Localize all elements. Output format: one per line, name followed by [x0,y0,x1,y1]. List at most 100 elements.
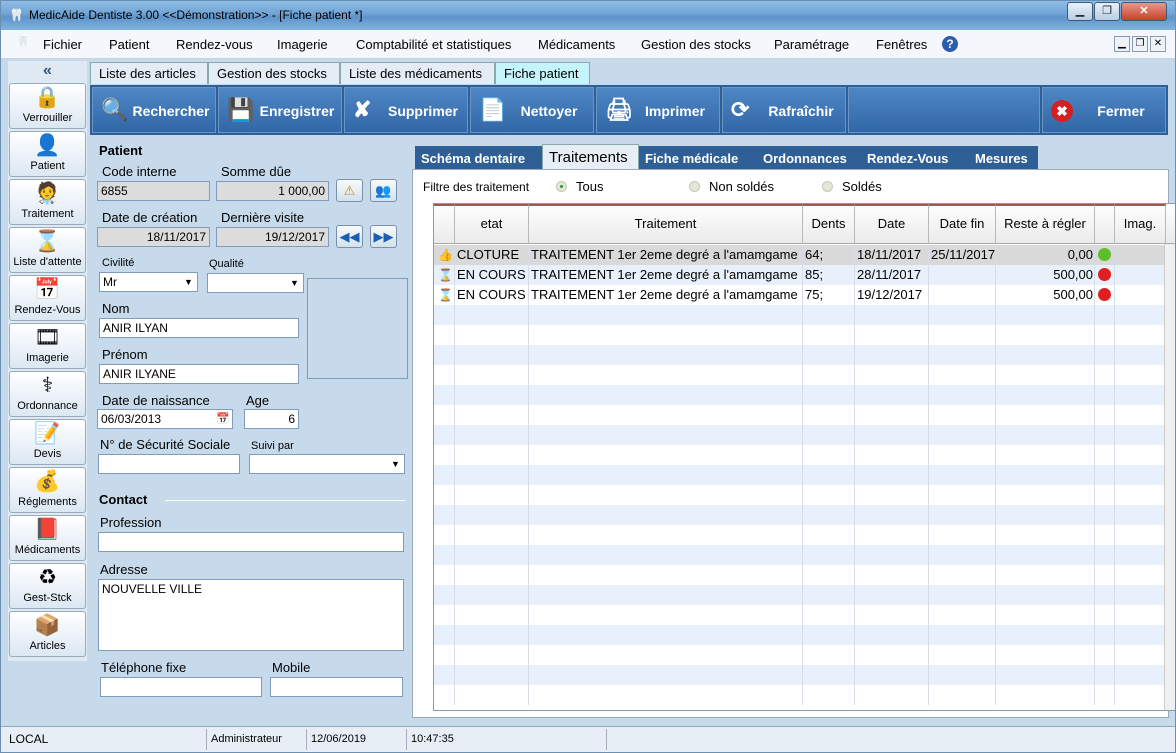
table-row[interactable] [434,545,1175,565]
menu-comptabilite[interactable]: Comptabilité et statistiques [356,37,511,52]
supprimer-button[interactable]: ✘ Supprimer [344,87,468,133]
column-header[interactable] [434,204,455,244]
table-row[interactable]: ⌛ EN COURS TRAITEMENT 1er 2eme degré a l'a… [434,285,1175,305]
mdi-minimize-button[interactable]: ▁ [1114,36,1130,52]
tab-schema-dentaire[interactable]: Schéma dentaire [415,146,542,171]
sidebar-item-ordonnance[interactable]: ⚕ Ordonnance [9,371,86,417]
table-row[interactable] [434,325,1175,345]
prenom-field[interactable]: ANIR ILYANE [99,364,299,384]
nettoyer-button[interactable]: 📄 Nettoyer [470,87,594,133]
column-header[interactable]: Imag. [1115,204,1166,244]
filter-soldes-label[interactable]: Soldés [842,179,882,194]
sidebar-item-patient[interactable]: 👤 Patient [9,131,86,177]
close-window-button[interactable]: ✕ [1121,2,1167,21]
profession-field[interactable] [98,532,404,552]
sidebar-item-liste-d-attente[interactable]: ⌛ Liste d'attente [9,227,86,273]
column-header[interactable] [1095,204,1115,244]
phone-field[interactable] [100,677,262,697]
sidebar-item-traitement[interactable]: 🧑‍⚕️ Traitement [9,179,86,225]
menu-parametrage[interactable]: Paramétrage [774,37,849,52]
column-header[interactable]: Date fin [929,204,996,244]
table-row[interactable] [434,425,1175,445]
calendar-icon[interactable]: 📅 [216,410,230,428]
menu-rendez-vous[interactable]: Rendez-vous [176,37,253,52]
tab-rendez-vous[interactable]: Rendez-Vous [861,146,969,171]
menu-fenetres[interactable]: Fenêtres [876,37,927,52]
table-row[interactable] [434,305,1175,325]
people-button[interactable]: 👥 [370,179,397,202]
tab-fiche-medicale[interactable]: Fiche médicale [639,146,757,171]
warning-button[interactable]: ⚠ [336,179,363,202]
sidebar-item-devis[interactable]: 📝 Devis [9,419,86,465]
column-header[interactable]: Date [855,204,929,244]
mdi-restore-button[interactable]: ❐ [1132,36,1148,52]
nom-field[interactable]: ANIR ILYAN [99,318,299,338]
table-row[interactable] [434,605,1175,625]
app-menu-icon[interactable]: 🦷 [17,37,29,48]
table-row[interactable] [434,405,1175,425]
tab-mesures[interactable]: Mesures [969,146,1038,171]
column-header[interactable]: Traitement [529,204,803,244]
table-row[interactable] [434,585,1175,605]
age-field[interactable]: 6 [244,409,299,429]
filter-non-soldes-radio[interactable] [689,181,700,192]
code-field[interactable]: 6855 [97,181,210,201]
civility-select[interactable]: Mr ▼ [99,272,198,292]
tab-liste-medicaments[interactable]: Liste des médicaments [340,62,495,84]
mdi-close-button[interactable]: ✕ [1150,36,1166,52]
table-row[interactable] [434,445,1175,465]
table-row[interactable] [434,465,1175,485]
table-row[interactable] [434,525,1175,545]
table-row[interactable] [434,365,1175,385]
table-row[interactable] [434,665,1175,685]
menu-gestion-stocks[interactable]: Gestion des stocks [641,37,751,52]
tab-traitements[interactable]: Traitements [542,144,639,171]
column-header[interactable]: Dents [803,204,855,244]
due-field[interactable]: 1 000,00 [216,181,329,201]
table-row[interactable] [434,685,1175,705]
previous-button[interactable]: ◀◀ [336,225,363,248]
filter-soldes-radio[interactable] [822,181,833,192]
table-row[interactable] [434,485,1175,505]
tab-fiche-patient[interactable]: Fiche patient [495,62,590,84]
sidebar-item-r-glements[interactable]: 💰 Réglements [9,467,86,513]
sidebar-item-articles[interactable]: 📦 Articles [9,611,86,657]
column-header[interactable]: Reste à régler [996,204,1095,244]
table-row[interactable] [434,345,1175,365]
photo-frame[interactable] [307,278,408,379]
tab-gestion-stocks[interactable]: Gestion des stocks [208,62,340,84]
next-button[interactable]: ▶▶ [370,225,397,248]
menu-imagerie[interactable]: Imagerie [277,37,328,52]
mobile-field[interactable] [270,677,403,697]
menu-medicaments[interactable]: Médicaments [538,37,615,52]
sidebar-item-m-dicaments[interactable]: 📕 Médicaments [9,515,86,561]
sidebar-item-gest-stck[interactable]: ♻ Gest-Stck [9,563,86,609]
table-row[interactable] [434,505,1175,525]
rafraichir-button[interactable]: ⟳ Rafraîchir [722,87,846,133]
tab-liste-articles[interactable]: Liste des articles [90,62,208,84]
followed-select[interactable]: ▼ [249,454,405,474]
rechercher-button[interactable]: 🔍 Rechercher [92,87,216,133]
sidebar-item-verrouiller[interactable]: 🔒 Verrouiller [9,83,86,129]
last-visit-field[interactable]: 19/12/2017 [216,227,329,247]
fermer-button[interactable]: ✖ Fermer [1042,87,1166,133]
table-row[interactable] [434,385,1175,405]
address-field[interactable]: NOUVELLE VILLE [98,579,404,651]
filter-non-soldes-label[interactable]: Non soldés [709,179,774,194]
table-row[interactable] [434,565,1175,585]
table-row[interactable]: 👍 CLOTURE TRAITEMENT 1er 2eme degré a l'am… [434,245,1175,265]
sidebar-item-rendez-vous[interactable]: 📅 Rendez-Vous [9,275,86,321]
vertical-scrollbar[interactable] [1164,244,1175,710]
minimize-button[interactable]: ▁ [1067,2,1093,21]
table-row[interactable] [434,645,1175,665]
quality-select[interactable]: ▼ [207,273,304,293]
tab-ordonnances[interactable]: Ordonnances [757,146,861,171]
menu-fichier[interactable]: Fichier [43,37,82,52]
filter-tous-radio[interactable] [556,181,567,192]
help-icon[interactable]: ? [942,36,958,52]
birth-field[interactable]: 06/03/2013 📅 [97,409,233,429]
enregistrer-button[interactable]: 💾 Enregistrer [218,87,342,133]
imprimer-button[interactable]: 🖨 Imprimer [596,87,720,133]
sidebar-item-imagerie[interactable]: 🎞 Imagerie [9,323,86,369]
created-field[interactable]: 18/11/2017 [97,227,210,247]
